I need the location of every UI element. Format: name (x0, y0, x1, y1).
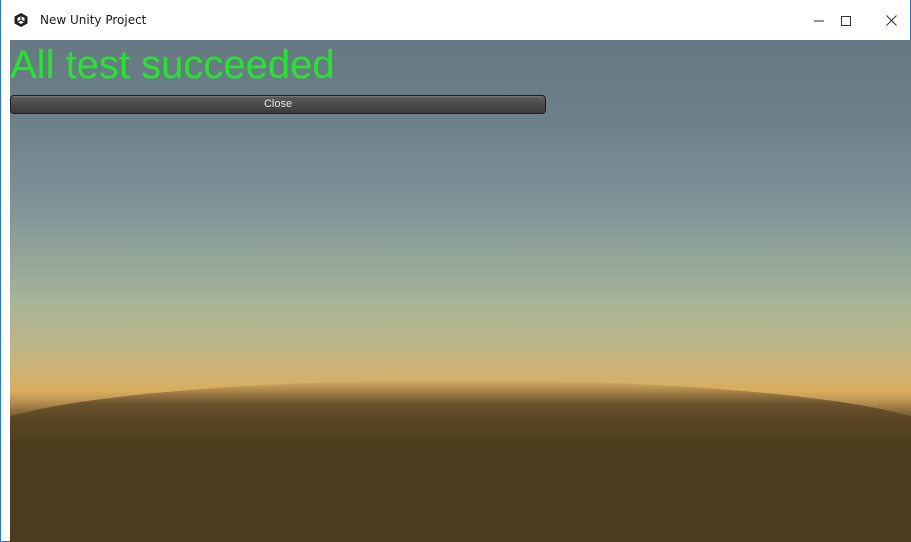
window-title: New Unity Project (40, 13, 147, 27)
close-icon (885, 11, 897, 30)
title-bar[interactable]: New Unity Project (1, 0, 910, 40)
app-window: New Unity Project All test succeeded Clo… (0, 0, 911, 542)
horizon (10, 380, 911, 440)
unity-logo-icon (13, 12, 29, 28)
test-status-label: All test succeeded (10, 43, 335, 87)
close-window-button[interactable] (871, 0, 911, 40)
maximize-icon (841, 11, 851, 30)
close-button[interactable]: Close (10, 95, 546, 114)
maximize-button[interactable] (823, 0, 869, 40)
game-viewport: All test succeeded Close (10, 40, 911, 542)
